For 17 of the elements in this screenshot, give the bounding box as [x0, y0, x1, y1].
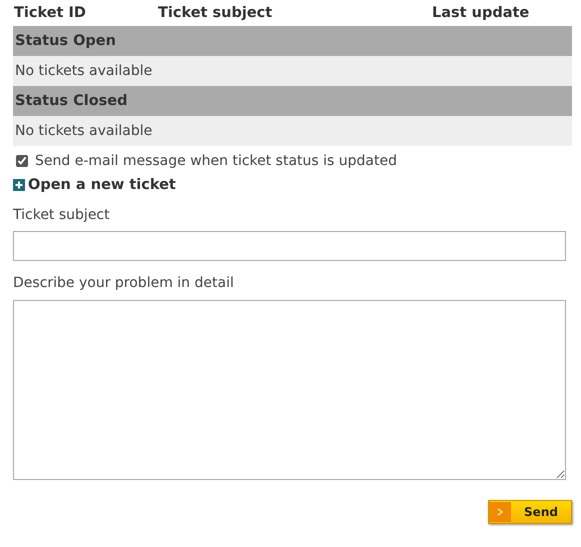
field-label: Ticket subject	[13, 207, 111, 223]
plus-icon	[13, 179, 25, 191]
group-header: Status Open	[13, 26, 572, 56]
group-header: Status Closed	[13, 86, 572, 116]
section-title: Open a new ticket	[28, 177, 176, 193]
column-header: Ticket subject	[158, 5, 274, 21]
subject-field[interactable]	[13, 231, 566, 261]
empty-message: No tickets available	[13, 56, 572, 86]
notify-label: Send e-mail message when ticket status is updated	[35, 153, 398, 169]
notify-checkbox[interactable]	[16, 155, 28, 167]
chevron-icon	[489, 502, 511, 522]
column-header: Last update	[432, 5, 530, 21]
description-field[interactable]	[13, 300, 566, 480]
field-label: Describe your problem in detail	[13, 275, 235, 291]
send-button[interactable]: Send	[488, 500, 572, 524]
empty-message: No tickets available	[13, 116, 572, 146]
column-header: Ticket ID	[14, 5, 87, 21]
